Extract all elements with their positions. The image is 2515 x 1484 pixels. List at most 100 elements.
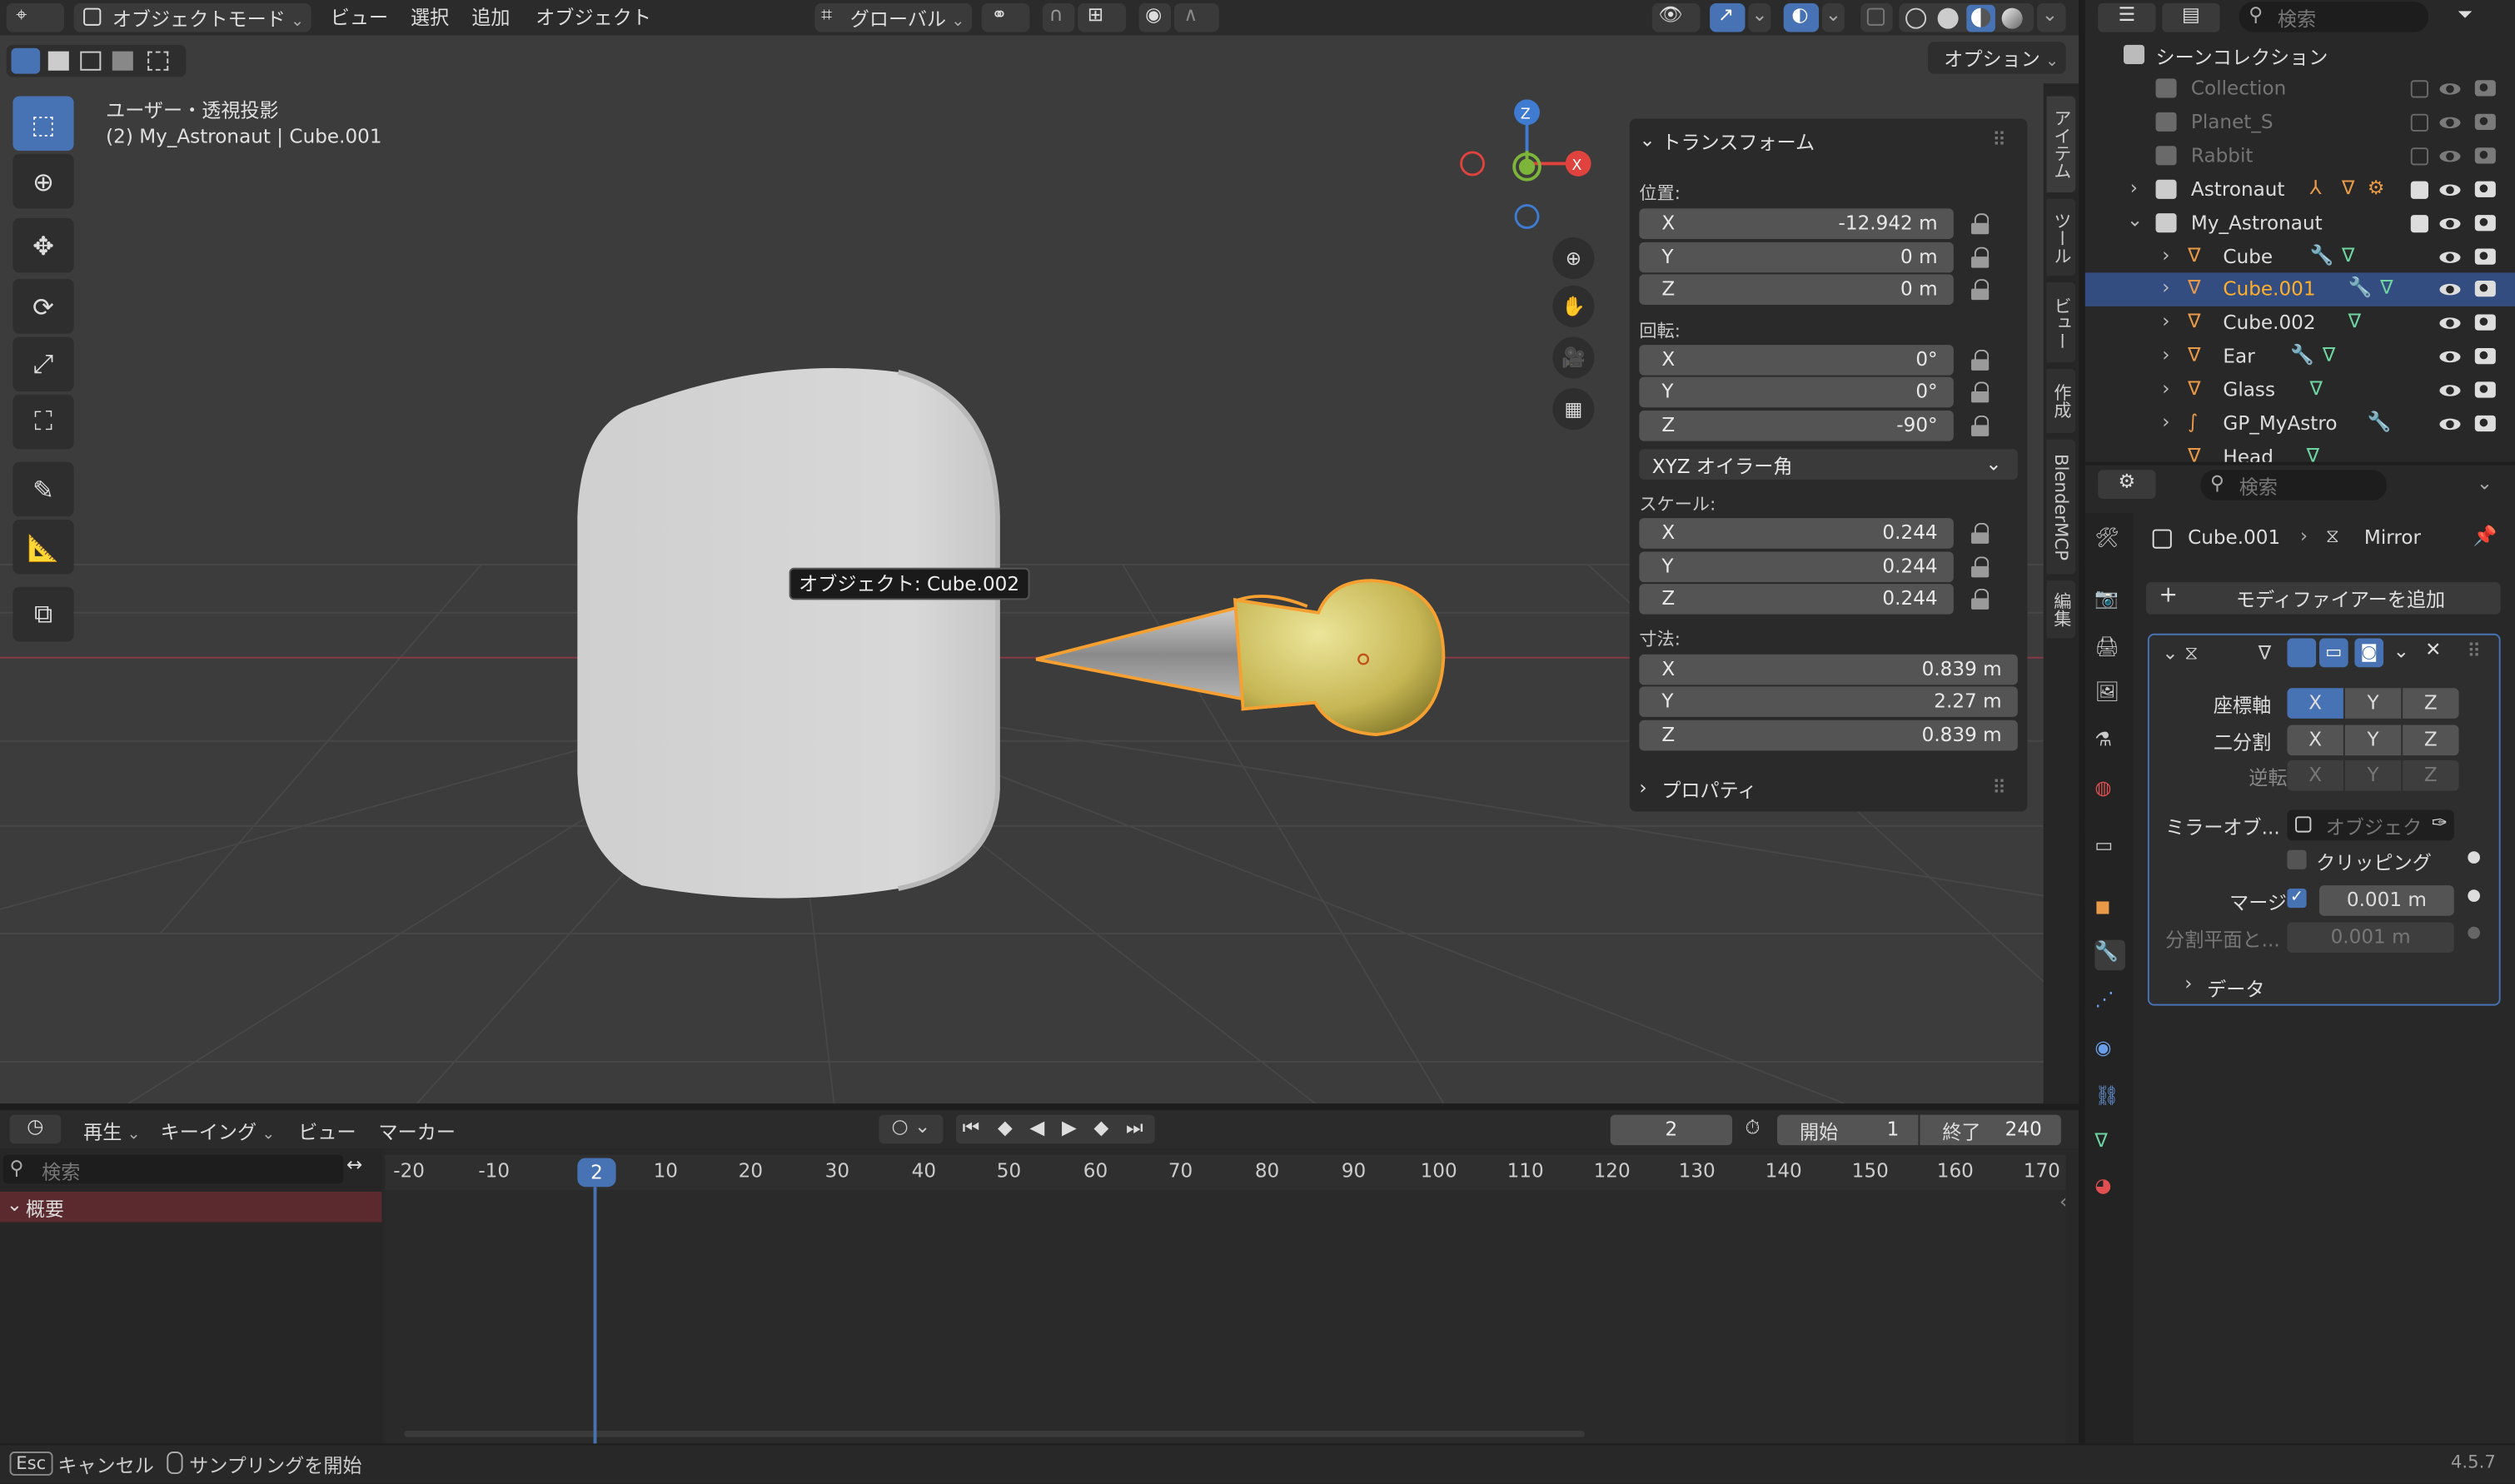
jump-start-icon[interactable]: ⏮ [963,1116,980,1140]
location-y-field[interactable]: Y 0 m [1639,242,1954,273]
pin-icon[interactable]: 📌 [2473,525,2498,547]
bisect-x-toggle[interactable]: X [2287,725,2343,756]
chevron-right-icon[interactable]: › [1639,776,1646,799]
flip-z-toggle[interactable]: Z [2403,759,2459,791]
camera-icon[interactable] [2474,314,2496,331]
gizmo-z-negative[interactable] [1514,204,1540,229]
start-frame-field[interactable]: 開始 1 [1777,1114,1919,1146]
chevron-right-icon[interactable]: › [2162,411,2169,433]
camera-icon[interactable] [2474,248,2496,265]
lock-icon[interactable] [1971,349,1990,372]
tab-edit[interactable]: 編集 [2046,580,2076,639]
play-reverse-icon[interactable]: ◀ [1029,1116,1044,1138]
gizmo-y-positive[interactable] [1518,158,1536,175]
material-shading-icon[interactable] [1966,4,1995,32]
constraints-tab-icon[interactable]: ⛓ [2094,1084,2125,1115]
rendered-shading-icon[interactable] [2001,7,2023,29]
outliner-row-collection[interactable]: Collection [2085,72,2515,106]
tab-view[interactable]: ビュー [2046,281,2076,363]
menu-marker[interactable]: マーカー [379,1118,456,1145]
properties-search-input[interactable]: ⚲ 検索 [2200,470,2387,500]
overlay-dropdown[interactable]: ⌄ [1821,2,1845,32]
on-cage-toggle-icon[interactable] [2287,638,2317,668]
pivot-point-button[interactable]: ⚭ [981,2,1030,32]
axis-y-toggle[interactable]: Y [2344,688,2402,719]
dimension-x-field[interactable]: X 0.839 m [1639,654,2018,685]
filter-button[interactable]: ⏷ [2458,3,2503,32]
menu-view[interactable]: ビュー [331,3,388,32]
location-z-field[interactable]: Z 0 m [1639,274,1954,305]
display-mode-button[interactable]: ▤ [2162,2,2220,32]
transform-orientation-dropdown[interactable]: ⌗ グローバル [814,2,973,32]
scale-x-field[interactable]: X 0.244 [1639,518,1954,549]
dopesheet-area[interactable] [385,1190,2066,1444]
tab-create[interactable]: 作成 [2046,368,2076,434]
annotate-tool[interactable]: ✎ [12,461,74,517]
camera-icon[interactable] [2474,80,2496,97]
chevron-right-icon[interactable]: › [2184,972,2192,994]
tool-tab-icon[interactable]: 🛠 [2094,526,2125,557]
merge-checkbox[interactable]: ✓ [2287,889,2307,909]
eyedropper-icon[interactable]: ✑ [2432,812,2448,834]
viewport-display-icon[interactable]: ▭ [2318,638,2348,668]
bisect-y-toggle[interactable]: Y [2344,725,2402,756]
rotation-z-field[interactable]: Z -90° [1639,411,1954,441]
bisect-distance-field[interactable]: 0.001 m [2287,922,2454,954]
frame-ruler[interactable]: -20 -10 10 20 30 40 50 60 70 80 90 100 1… [385,1154,2066,1191]
mirror-object-field[interactable]: オブジェクト ✑ [2287,809,2454,841]
outliner-editor-type[interactable]: ☰ [2098,2,2156,32]
dimension-y-field[interactable]: Y 2.27 m [1639,686,2018,717]
outliner-row-glass[interactable]: › ∇ Glass ∇ [2085,374,2515,407]
outliner-row-cube-001[interactable]: › ∇ Cube.001 🔧 ∇ [2084,272,2515,306]
data-tab-icon[interactable]: ∇ [2094,1129,2125,1160]
flip-x-toggle[interactable]: X [2287,759,2343,791]
rotate-tool[interactable]: ⟳ [12,279,74,334]
wireframe-shading-icon[interactable] [1905,7,1927,29]
drag-handle-icon[interactable]: ⠿ [1992,776,2006,799]
timeline-scrollbar[interactable] [404,1430,1585,1437]
swap-arrows-icon[interactable]: ↔ [346,1153,362,1176]
shading-dropdown[interactable]: ⌄ [2037,2,2066,32]
chevron-right-icon[interactable]: › [2162,276,2169,298]
bisect-z-toggle[interactable]: Z [2403,725,2459,756]
rotation-mode-dropdown[interactable]: XYZ オイラー角 ⌄ [1639,449,2018,480]
camera-icon[interactable] [2474,281,2496,297]
chevron-left-icon[interactable]: ‹ [2059,1190,2067,1213]
outliner-search-input[interactable]: ⚲ 検索 [2239,1,2428,32]
merge-distance-field[interactable]: 0.001 m [2318,885,2454,916]
current-frame-field[interactable]: 2 [1610,1114,1733,1146]
gizmo-dropdown[interactable]: ⌄ [1748,2,1771,32]
chevron-down-icon[interactable]: ⌄ [2477,471,2493,494]
tab-blendermcp[interactable]: BlenderMCP [2046,439,2076,575]
cube-001-object[interactable] [1035,579,1446,737]
rotation-x-field[interactable]: X 0° [1639,345,1954,376]
keyframe-dot-icon[interactable]: ● [2467,849,2481,866]
properties-editor-type[interactable]: ⚙ [2098,470,2156,499]
particles-tab-icon[interactable]: ⋰ [2094,988,2125,1018]
object-tab-icon[interactable]: ◼ [2094,895,2125,926]
menu-object[interactable]: オブジェクト [535,3,651,32]
lock-icon[interactable] [1971,381,1990,404]
eye-icon[interactable] [2439,279,2461,300]
select-subtract-icon[interactable] [80,51,102,71]
camera-icon[interactable] [2474,113,2496,131]
select-invert-icon[interactable] [112,51,133,71]
measure-tool[interactable]: 📐 [12,520,74,575]
end-frame-field[interactable]: 終了 240 [1920,1114,2061,1146]
eye-icon[interactable] [2439,112,2461,133]
menu-add[interactable]: 追加 [471,3,510,32]
axis-x-toggle[interactable]: X [2287,688,2343,719]
chevron-right-icon[interactable]: › [2162,244,2169,266]
chevron-down-icon[interactable]: ⌄ [2393,640,2409,662]
chevron-right-icon[interactable]: › [2130,177,2138,199]
select-box-tool[interactable]: ⬚ [12,96,74,152]
eye-icon[interactable] [2439,414,2461,435]
outliner-row-gp-myastro[interactable]: › ∫ GP_MyAstro 🔧 [2085,407,2515,441]
cube-002-object[interactable] [577,368,998,899]
select-extend-icon[interactable] [47,51,69,71]
eye-icon[interactable] [2439,146,2461,167]
outliner-row-rabbit[interactable]: Rabbit [2085,140,2515,173]
close-icon[interactable]: ✕ [2425,639,2441,661]
gizmo-x-negative[interactable] [1460,151,1485,177]
keyframe-dot-icon[interactable]: ● [2467,887,2481,904]
